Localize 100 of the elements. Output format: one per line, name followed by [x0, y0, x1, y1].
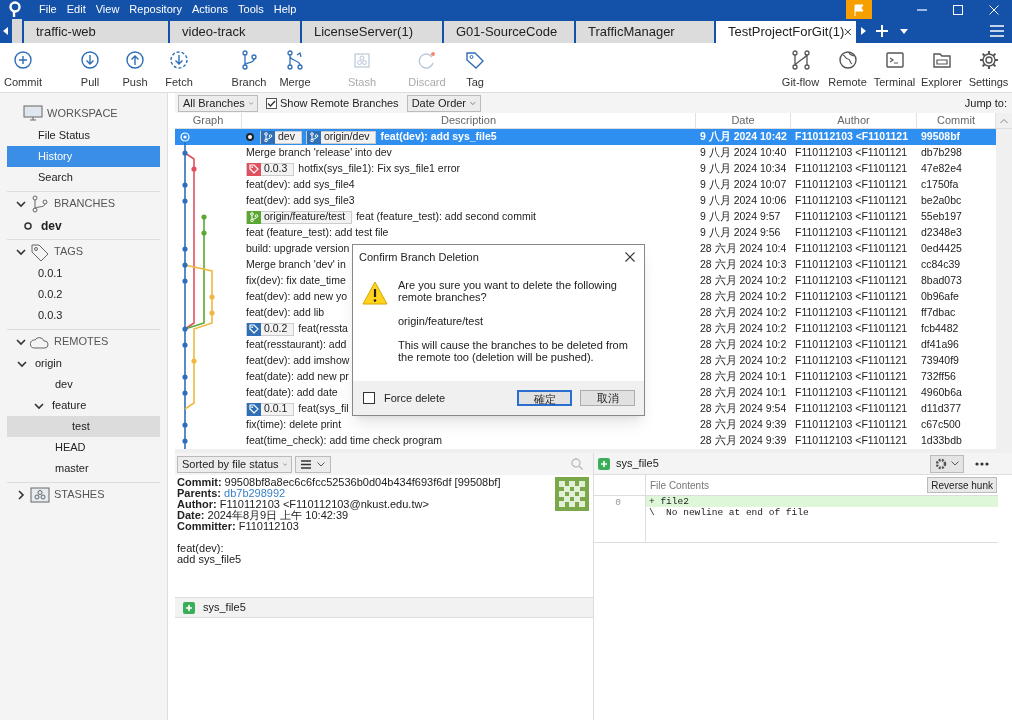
branch-label[interactable]: origin/feature/test [246, 210, 353, 224]
menu-item[interactable]: Tools [233, 0, 269, 19]
file-row[interactable]: sys_file5 [175, 598, 593, 618]
branch-label[interactable]: dev [260, 130, 302, 144]
branch-filter-dropdown[interactable]: All Branches [178, 94, 258, 112]
settings-button[interactable]: Settings [965, 49, 1012, 91]
remote-button[interactable]: Remote [824, 49, 871, 91]
branch-button[interactable]: Branch [225, 49, 273, 91]
menu-item[interactable]: Repository [124, 0, 187, 19]
options-dropdown[interactable] [930, 454, 964, 473]
commit-message: feat(date): add date [246, 385, 338, 401]
push-button[interactable]: Push [112, 49, 158, 91]
author-cell: F110112103 <F1101121 [795, 370, 908, 383]
selected-row[interactable]: dev origin/dev feat(dev): add sys_file5 9 八月 2024 10:42 F110112103 <F1101121 99508bf [175, 129, 996, 145]
menu-item[interactable]: Help [268, 0, 302, 19]
dialog-message: This will cause the branches to be deleted from the remote too (deletion will be pushed). [398, 339, 629, 363]
commit-hash: db7b298 [921, 146, 962, 159]
chevron-icon[interactable] [16, 198, 26, 209]
author-cell: F110112103 <F1101121 [795, 258, 908, 271]
menu-item[interactable]: View [90, 0, 125, 19]
chevron-icon[interactable] [16, 246, 26, 257]
sidebar-item[interactable]: 0.0.3 [7, 305, 160, 326]
chevron-icon[interactable] [16, 489, 26, 500]
terminal-button[interactable]: Terminal [871, 49, 918, 91]
more-icon [975, 461, 989, 466]
column-header[interactable]: Description [441, 112, 496, 129]
menu-item[interactable]: File [34, 0, 62, 19]
avatar-icon [555, 477, 589, 511]
section-heading[interactable]: WORKSPACE [47, 104, 118, 122]
explorer-button[interactable]: Explorer [918, 49, 965, 91]
scrollbar[interactable] [996, 113, 1012, 128]
plus-circle-icon [12, 49, 34, 71]
commit-hash: 99508bf [921, 130, 961, 143]
commit-button[interactable]: Commit [0, 49, 46, 91]
tag-button[interactable]: Tag [455, 49, 495, 91]
tab[interactable]: TestProjectForGit(1) [716, 21, 856, 43]
logo-icon [8, 1, 22, 18]
view-mode-dropdown[interactable] [295, 455, 331, 473]
branch-label[interactable]: origin/dev [305, 130, 377, 144]
tag-label[interactable]: 0.0.2 [246, 322, 295, 336]
date-cell: 28 六月 2024 9:39 [700, 418, 787, 431]
branch-name: origin/feature/test [398, 315, 484, 327]
caret-icon [900, 28, 908, 34]
column-header[interactable]: Author [837, 112, 870, 129]
date-cell: 9 八月 2024 10:40 [700, 146, 787, 159]
detail-label: Commit: [177, 477, 222, 488]
close-icon [989, 4, 999, 15]
sidebar-item[interactable]: HEAD [7, 437, 160, 458]
column-header[interactable]: Graph [192, 112, 224, 129]
section-heading[interactable]: REMOTES [54, 333, 109, 350]
chevron-icon[interactable] [17, 358, 27, 369]
close-icon[interactable] [844, 27, 852, 37]
right-arrow-icon [861, 27, 867, 35]
section-heading[interactable]: BRANCHES [54, 195, 116, 212]
sidebar-item[interactable]: dev [7, 215, 160, 236]
sidebar-item[interactable]: 0.0.1 [7, 263, 160, 284]
section-heading[interactable]: TAGS [54, 243, 84, 260]
tab[interactable]: LicenseServer(1) [302, 21, 442, 43]
fetch-button[interactable]: Fetch [156, 49, 202, 91]
menu-item[interactable]: Edit [61, 0, 91, 19]
author-cell: F110112103 <F1101121 [795, 418, 908, 431]
parent-commit-link[interactable]: db7b298992 [224, 488, 286, 499]
column-header[interactable]: Commit [937, 112, 975, 129]
tab[interactable]: video-track [170, 21, 300, 43]
section-heading[interactable]: STASHES [54, 486, 105, 503]
tab[interactable]: G01-SourceCode [444, 21, 574, 43]
sidebar-item[interactable]: 0.0.2 [7, 284, 160, 305]
tab[interactable]: traffic-web [24, 21, 168, 43]
confirm-button[interactable]: 確定 [517, 390, 572, 406]
author-cell: F110112103 <F1101121 [795, 354, 908, 367]
sidebar-item[interactable]: master [7, 458, 160, 479]
sidebar-item[interactable]: Search [7, 167, 160, 188]
menu-item[interactable]: Actions [186, 0, 233, 19]
commit-message: feat(ressta [298, 321, 348, 337]
pull-button[interactable]: Pull [67, 49, 113, 91]
chevron-icon[interactable] [34, 400, 44, 411]
order-dropdown[interactable]: Date Order [406, 94, 481, 112]
sidebar-item[interactable]: File Status [7, 125, 160, 146]
reverse-hunk-button[interactable]: Reverse hunk [927, 477, 997, 493]
sidebar-item[interactable]: test [7, 416, 160, 437]
cancel-button[interactable]: 取消 [580, 390, 635, 406]
close-button[interactable] [624, 251, 636, 263]
force-delete-checkbox[interactable]: Force delete [363, 389, 509, 407]
commit-hash: 4960b6a [921, 386, 962, 399]
commit-hash: fcb4482 [921, 322, 959, 335]
hunk-header: File Contents [649, 478, 710, 493]
tag-label[interactable]: 0.0.1 [246, 402, 295, 416]
gitflow-button[interactable]: Git-flow [777, 49, 824, 91]
menu-icon [990, 25, 1004, 37]
column-header[interactable]: Date [731, 112, 755, 129]
show-remote-checkbox[interactable]: Show Remote Branches [266, 94, 399, 112]
sidebar-item[interactable]: dev [7, 374, 160, 395]
tab[interactable]: TrafficManager [576, 21, 714, 43]
chevron-icon[interactable] [16, 336, 26, 347]
sidebar-item[interactable]: feature [7, 395, 160, 416]
tag-label[interactable]: 0.0.3 [246, 162, 295, 176]
sidebar-item[interactable]: origin [7, 353, 160, 374]
commit-message: hotfix(sys_file1): Fix sys_file1 error [298, 161, 460, 177]
merge-button[interactable]: Merge [271, 49, 319, 91]
sort-dropdown[interactable]: Sorted by file status [177, 455, 292, 473]
